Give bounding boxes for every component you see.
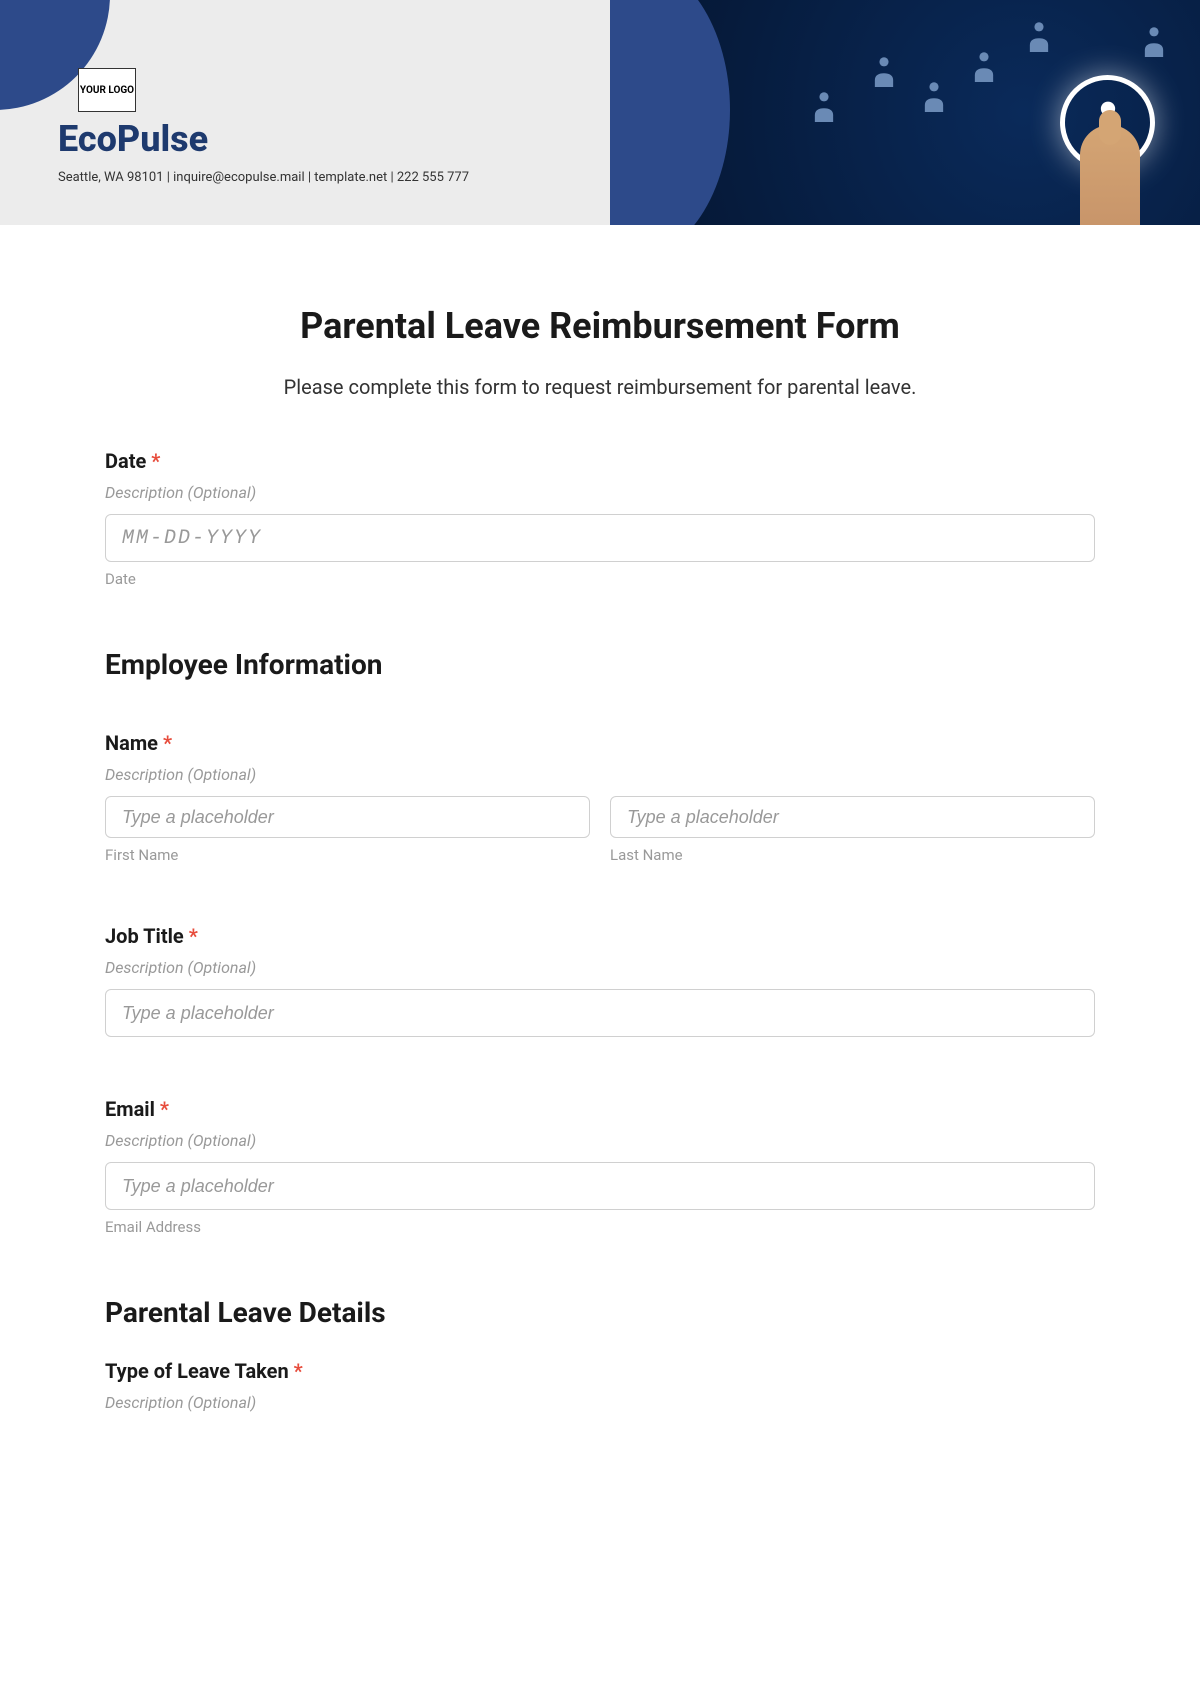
required-asterisk: * xyxy=(189,924,198,948)
email-input[interactable] xyxy=(105,1162,1095,1210)
person-icon xyxy=(920,80,948,112)
form-title: Parental Leave Reimbursement Form xyxy=(105,305,1095,347)
person-icon xyxy=(810,90,838,122)
first-name-sublabel: First Name xyxy=(105,846,590,864)
company-name: EcoPulse xyxy=(58,118,208,160)
required-asterisk: * xyxy=(294,1359,303,1383)
name-label: Name * xyxy=(105,731,1095,755)
date-description: Description (Optional) xyxy=(105,483,1095,502)
employee-info-section-title: Employee Information xyxy=(105,648,1095,681)
email-label: Email * xyxy=(105,1097,1095,1121)
leave-type-field-group: Type of Leave Taken * Description (Optio… xyxy=(105,1359,1095,1412)
header-graphic xyxy=(610,0,1200,225)
header-banner: YOUR LOGO EcoPulse Seattle, WA 98101 | i… xyxy=(0,0,1200,225)
job-title-description: Description (Optional) xyxy=(105,958,1095,977)
last-name-input[interactable] xyxy=(610,796,1095,838)
pointing-finger xyxy=(1080,125,1140,225)
person-icon xyxy=(870,55,898,87)
name-description: Description (Optional) xyxy=(105,765,1095,784)
date-label: Date * xyxy=(105,449,1095,473)
person-icon xyxy=(1140,25,1168,57)
required-asterisk: * xyxy=(160,1097,169,1121)
leave-type-label: Type of Leave Taken * xyxy=(105,1359,1095,1383)
date-field-group: Date * Description (Optional) Date xyxy=(105,449,1095,588)
job-title-field-group: Job Title * Description (Optional) xyxy=(105,924,1095,1037)
name-field-group: Name * Description (Optional) First Name… xyxy=(105,731,1095,864)
company-contact-info: Seattle, WA 98101 | inquire@ecopulse.mai… xyxy=(58,170,469,185)
required-asterisk: * xyxy=(163,731,172,755)
job-title-label: Job Title * xyxy=(105,924,1095,948)
date-input[interactable] xyxy=(105,514,1095,562)
leave-type-description: Description (Optional) xyxy=(105,1393,1095,1412)
parental-leave-section-title: Parental Leave Details xyxy=(105,1296,1095,1329)
job-title-input[interactable] xyxy=(105,989,1095,1037)
first-name-input[interactable] xyxy=(105,796,590,838)
email-field-group: Email * Description (Optional) Email Add… xyxy=(105,1097,1095,1236)
required-asterisk: * xyxy=(151,449,160,473)
logo-placeholder: YOUR LOGO xyxy=(78,68,136,112)
form-content: Parental Leave Reimbursement Form Please… xyxy=(0,225,1200,1484)
email-description: Description (Optional) xyxy=(105,1131,1095,1150)
form-subtitle: Please complete this form to request rei… xyxy=(105,375,1095,399)
person-icon xyxy=(970,50,998,82)
email-sublabel: Email Address xyxy=(105,1218,1095,1236)
date-sublabel: Date xyxy=(105,570,1095,588)
person-icon xyxy=(1025,20,1053,52)
last-name-sublabel: Last Name xyxy=(610,846,1095,864)
